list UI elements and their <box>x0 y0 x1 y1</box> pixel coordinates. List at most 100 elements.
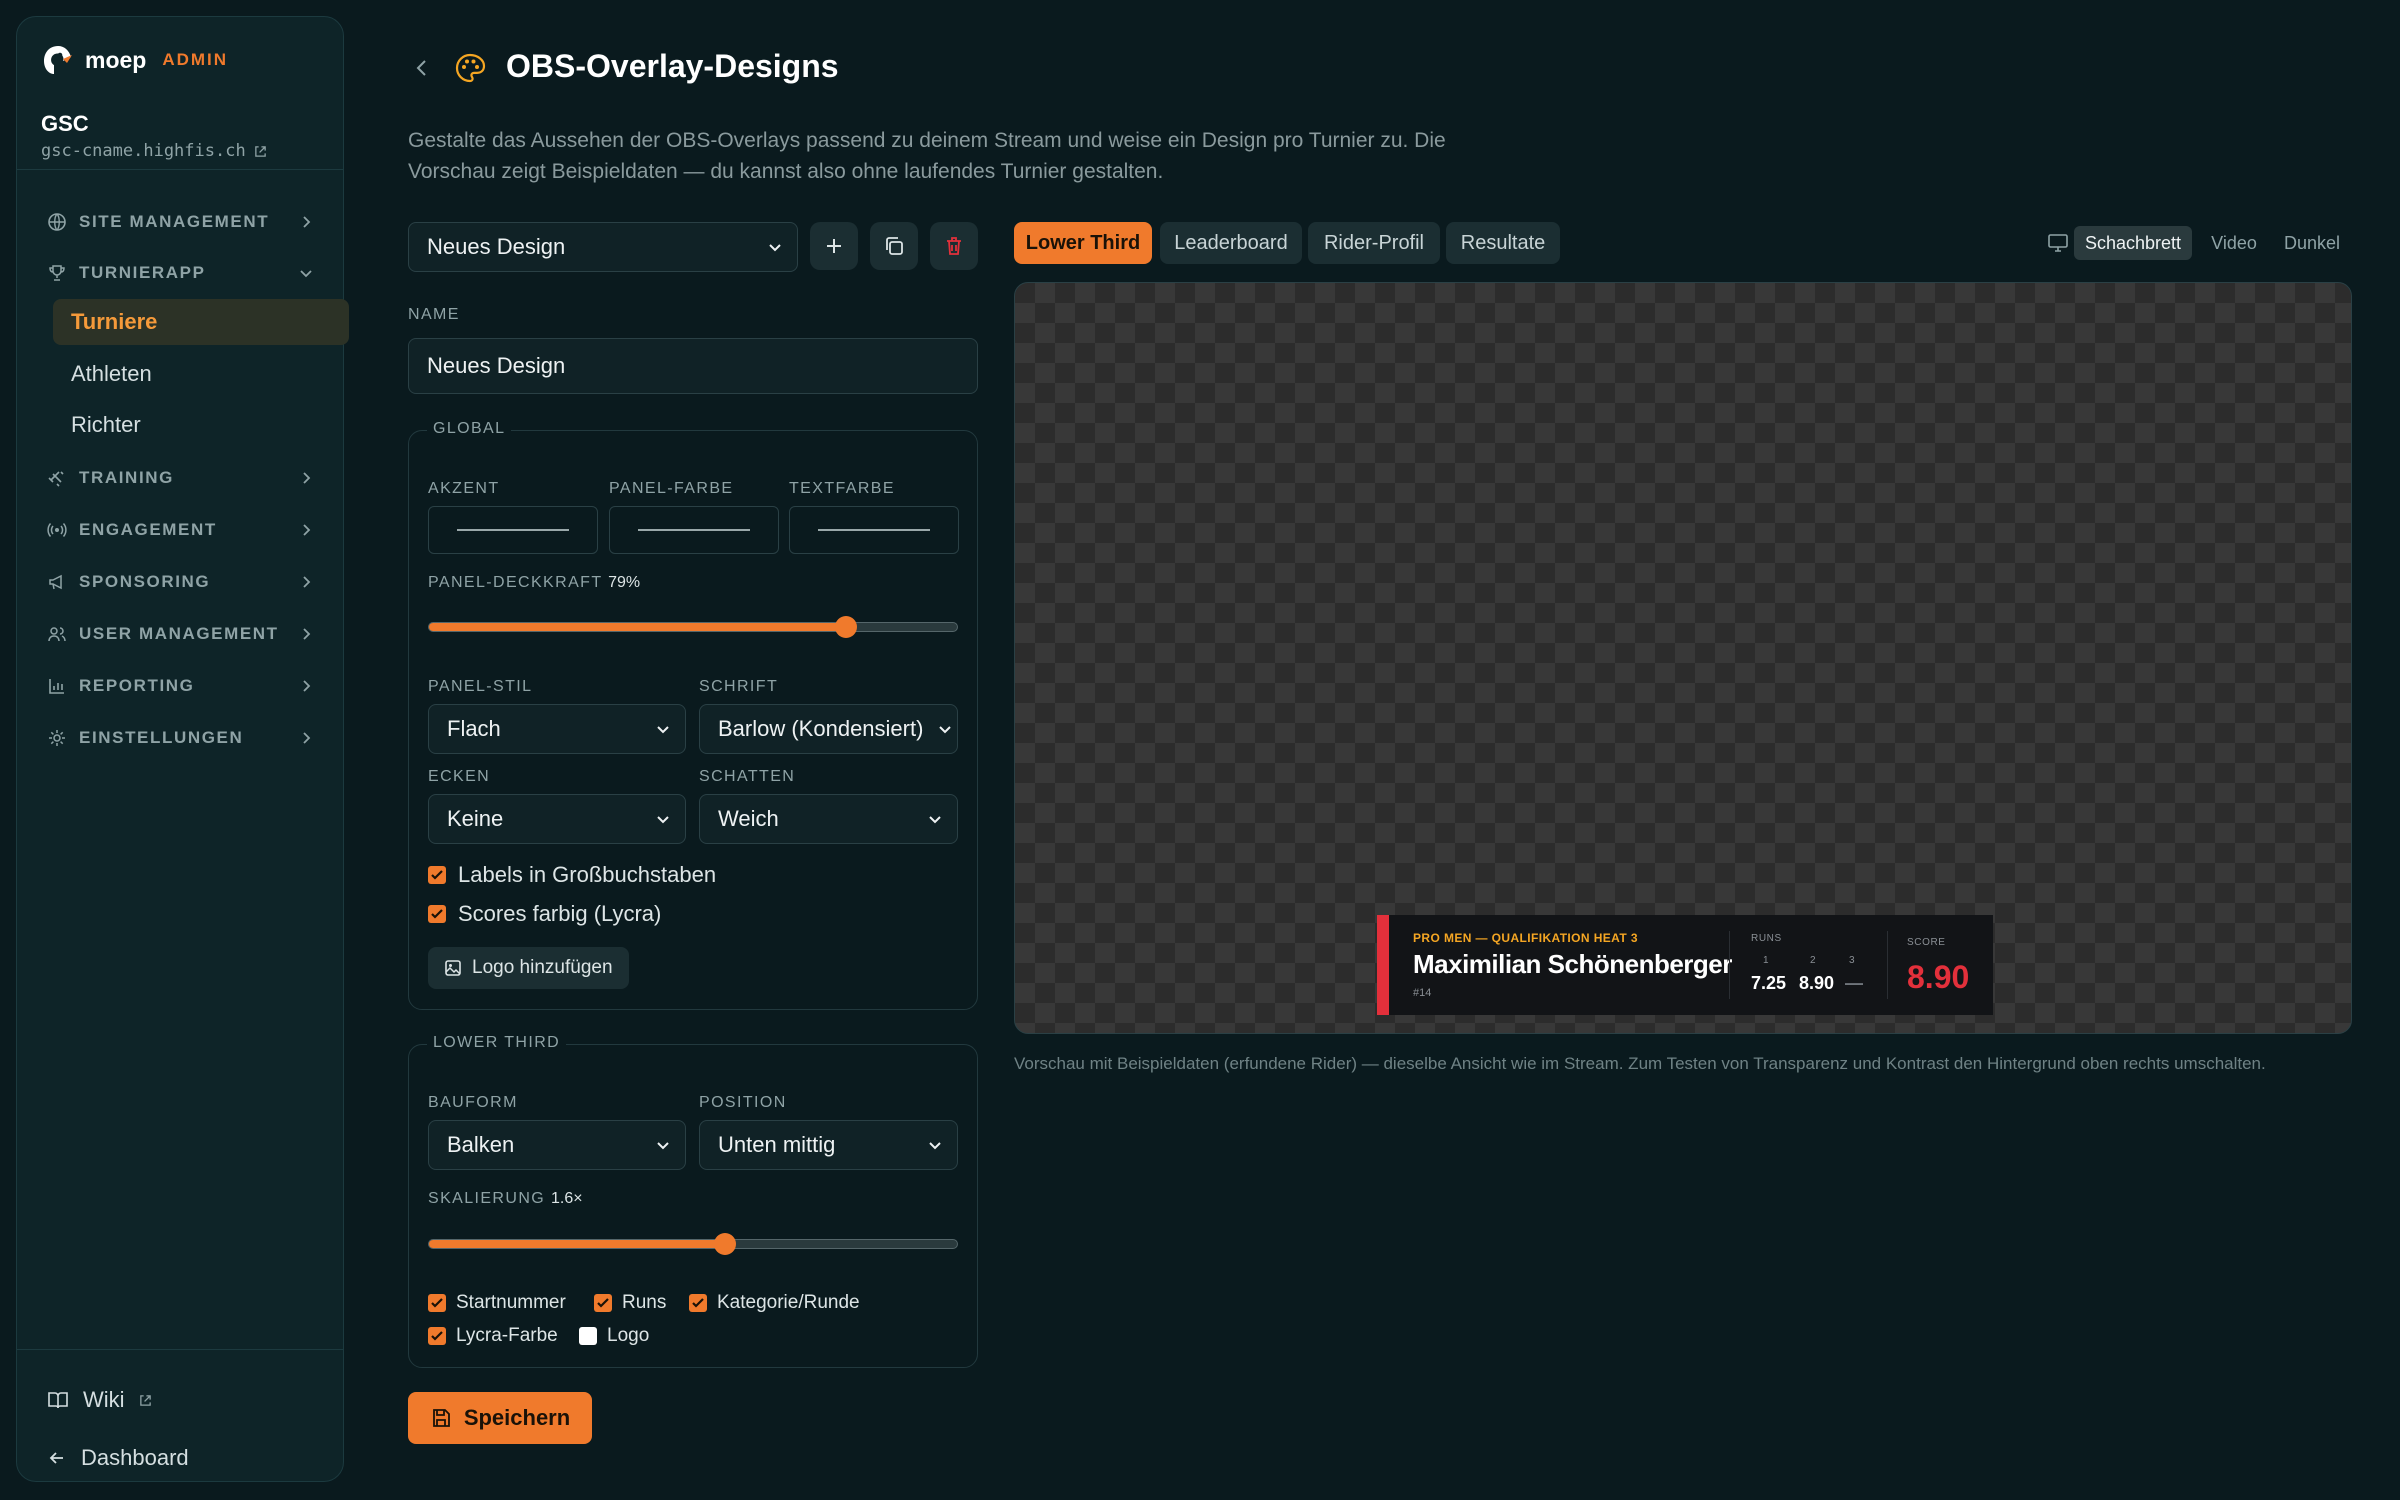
chevron-down-icon <box>769 244 781 252</box>
runs-checkbox[interactable]: Runs <box>594 1292 666 1314</box>
bg-option-schachbrett[interactable]: Schachbrett <box>2074 226 2192 260</box>
runs-text: Runs <box>622 1292 667 1313</box>
sidebar-item-athleten[interactable]: Athleten <box>53 351 349 397</box>
arrow-left-icon <box>49 1452 63 1464</box>
sidebar-item-richter[interactable]: Richter <box>53 402 349 448</box>
name-input[interactable]: Neues Design <box>408 338 978 394</box>
chevron-right-icon <box>303 472 311 484</box>
panel-deckkraft-slider[interactable] <box>428 616 958 638</box>
page-title: OBS-Overlay-Designs <box>506 48 839 84</box>
ecken-select[interactable]: Keine <box>428 794 686 844</box>
bauform-select[interactable]: Balken <box>428 1120 686 1170</box>
checkbox-checked[interactable] <box>428 905 446 923</box>
colored-scores-checkbox[interactable]: Scores farbig (Lycra) <box>428 901 661 927</box>
nav-einstellungen[interactable]: EINSTELLUNGEN <box>47 721 315 755</box>
nav-training-label: TRAINING <box>79 468 174 487</box>
checkbox-checked[interactable] <box>428 1294 446 1312</box>
nav-engagement[interactable]: ENGAGEMENT <box>47 513 315 547</box>
tab-rider-profil[interactable]: Rider-Profil <box>1308 222 1440 264</box>
slider-thumb[interactable] <box>835 616 858 638</box>
save-icon <box>432 1409 450 1427</box>
moep-logo-icon <box>44 46 72 74</box>
tab-resultate[interactable]: Resultate <box>1446 222 1560 264</box>
overlay-separator <box>1887 931 1888 999</box>
chevron-down-icon <box>300 270 312 278</box>
chevron-right-icon <box>303 680 311 692</box>
checkbox-checked[interactable] <box>689 1294 707 1312</box>
bauform-value: Balken <box>447 1132 515 1157</box>
lower-third-overlay: PRO MEN — QUALIFIKATION HEAT 3 Maximilia… <box>1377 915 1993 1015</box>
panel-stil-value: Flach <box>447 716 501 741</box>
check-icon <box>692 1298 704 1308</box>
logo-checkbox[interactable]: Logo <box>579 1325 649 1347</box>
skalierung-slider[interactable] <box>428 1233 958 1255</box>
nav-training[interactable]: TRAINING <box>47 461 315 495</box>
uppercase-labels-checkbox[interactable]: Labels in Großbuchstaben <box>428 862 716 888</box>
nav-site-management[interactable]: SITE MANAGEMENT <box>47 205 315 239</box>
add-design-button[interactable] <box>810 222 858 270</box>
startnummer-checkbox[interactable]: Startnummer <box>428 1292 566 1314</box>
overlay-run-index: 3 <box>1849 955 1855 966</box>
overlay-runs-label: RUNS <box>1751 933 1782 944</box>
tenant-host-link[interactable]: gsc-cname.highfis.ch <box>41 141 267 161</box>
brand[interactable]: moep ADMIN <box>41 43 228 77</box>
panel-deckkraft-label-text: PANEL-DECKKRAFT <box>428 574 603 591</box>
wiki-link[interactable]: Wiki <box>47 1387 152 1413</box>
preview-note: Vorschau mit Beispieldaten (erfundene Ri… <box>1014 1054 2266 1073</box>
tab-lower-third[interactable]: Lower Third <box>1014 222 1152 264</box>
duplicate-design-button[interactable] <box>870 222 918 270</box>
dashboard-link[interactable]: Dashboard <box>47 1445 189 1471</box>
schrift-select[interactable]: Barlow (Kondensiert) <box>699 704 958 754</box>
bg-option-dunkel[interactable]: Dunkel <box>2276 226 2348 260</box>
save-label: Speichern <box>463 1405 571 1430</box>
add-logo-button[interactable]: Logo hinzufügen <box>428 947 629 989</box>
nav-turnierapp-label: TURNIERAPP <box>79 263 206 282</box>
overlay-start-number: #14 <box>1413 987 1432 999</box>
brand-name: moep <box>85 46 147 73</box>
check-icon <box>431 1331 443 1341</box>
akzent-color-picker[interactable] <box>428 506 598 554</box>
overlay-run-index: 1 <box>1763 955 1769 966</box>
trophy-icon <box>47 263 67 283</box>
panel-stil-select[interactable]: Flach <box>428 704 686 754</box>
overlay-rider-name: Maximilian Schönenberger <box>1413 949 1732 979</box>
sidebar-item-turniere[interactable]: Turniere <box>53 299 349 345</box>
kategorie-runde-text: Kategorie/Runde <box>717 1292 860 1313</box>
skalierung-value: 1.6× <box>551 1190 583 1207</box>
nav-reporting[interactable]: REPORTING <box>47 669 315 703</box>
delete-design-button[interactable] <box>930 222 978 270</box>
lycra-farbe-checkbox[interactable]: Lycra-Farbe <box>428 1325 558 1347</box>
tab-leaderboard[interactable]: Leaderboard <box>1160 222 1302 264</box>
sidebar: moep ADMIN GSC gsc-cname.highfis.ch SITE… <box>16 16 349 1482</box>
panel-farbe-color-picker[interactable] <box>609 506 779 554</box>
chevron-down-icon <box>929 816 941 824</box>
nav-turnierapp[interactable]: TURNIERAPP <box>47 256 315 290</box>
logo-text: Logo <box>607 1325 650 1346</box>
kategorie-runde-checkbox[interactable]: Kategorie/Runde <box>689 1292 860 1314</box>
name-input-value: Neues Design <box>427 353 566 378</box>
uppercase-labels-text: Labels in Großbuchstaben <box>458 862 717 887</box>
panel-stil-label: PANEL-STIL <box>428 678 533 695</box>
nav-sponsoring-label: SPONSORING <box>79 572 211 591</box>
overlay-run-index: 2 <box>1810 955 1816 966</box>
back-chevron-icon[interactable] <box>410 56 434 80</box>
tenant-name: GSC <box>41 111 89 136</box>
checkbox-checked[interactable] <box>428 866 446 884</box>
save-button[interactable]: Speichern <box>408 1392 592 1444</box>
slider-fill <box>429 623 847 631</box>
bg-option-video[interactable]: Video <box>2200 226 2268 260</box>
checkbox-unchecked[interactable] <box>579 1327 597 1345</box>
schatten-select[interactable]: Weich <box>699 794 958 844</box>
gear-icon <box>47 728 67 748</box>
megaphone-icon <box>47 572 67 592</box>
tenant-host-text: gsc-cname.highfis.ch <box>41 141 246 161</box>
nav-user-management[interactable]: USER MANAGEMENT <box>47 617 315 651</box>
checkbox-checked[interactable] <box>594 1294 612 1312</box>
design-select[interactable]: Neues Design <box>408 222 798 272</box>
position-select[interactable]: Unten mittig <box>699 1120 958 1170</box>
slider-thumb[interactable] <box>713 1233 736 1255</box>
overlay-run-value: — <box>1845 973 1863 993</box>
checkbox-checked[interactable] <box>428 1327 446 1345</box>
nav-sponsoring[interactable]: SPONSORING <box>47 565 315 599</box>
textfarbe-color-picker[interactable] <box>789 506 959 554</box>
